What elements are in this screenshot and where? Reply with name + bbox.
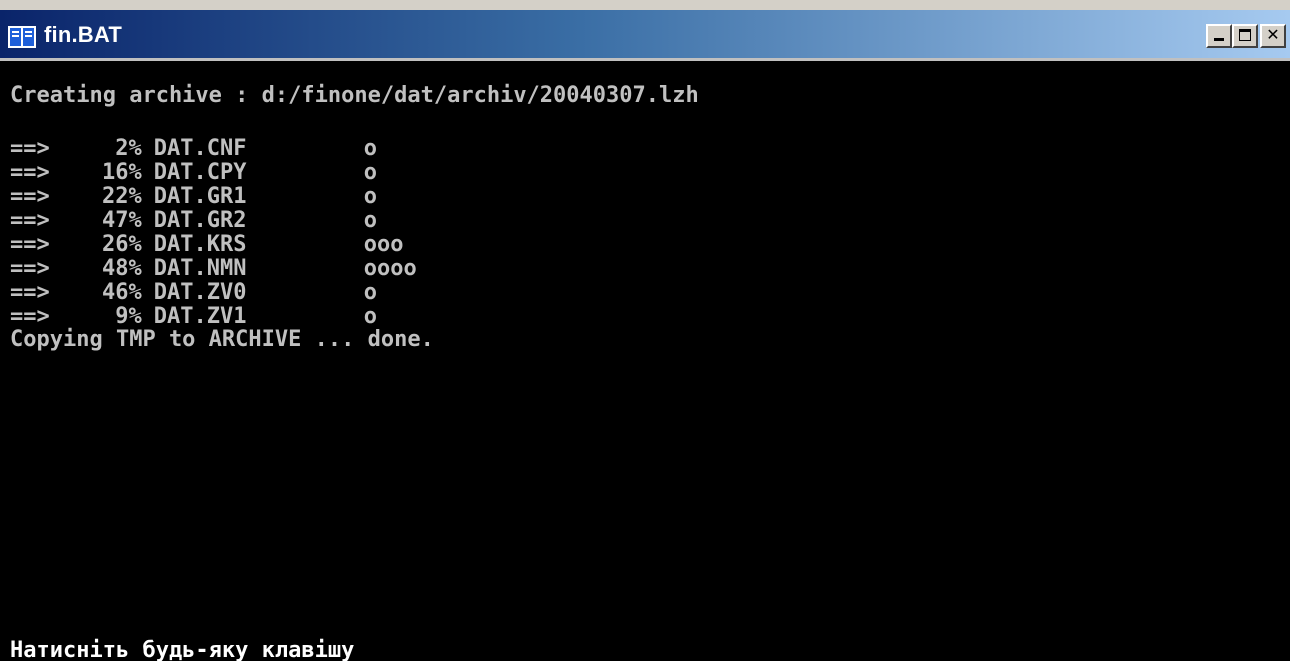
file-name: DAT.ZV0 [153, 280, 247, 305]
window-title: fin.BAT [44, 22, 122, 47]
arrow-marker: ==> [10, 184, 50, 209]
close-icon: ✕ [1266, 25, 1280, 44]
file-entry-row: ==> 9% DAT.ZV1 o [10, 305, 377, 329]
file-percent: 47% [102, 208, 142, 233]
copy-status-line: Copying TMP to ARCHIVE ... done. [10, 327, 434, 352]
file-percent: 22% [102, 184, 142, 209]
file-percent: 48% [102, 256, 142, 281]
console-output[interactable]: Creating archive : d:/finone/dat/archiv/… [10, 76, 1280, 661]
file-progress-marks: o [363, 280, 377, 305]
file-name: DAT.NMN [153, 256, 247, 281]
file-name: DAT.CNF [153, 136, 247, 161]
console-window: fin.BAT ✕ Creating archive : d:/finone/d… [0, 0, 1290, 661]
arrow-marker: ==> [10, 136, 50, 161]
file-progress-marks: oooo [363, 256, 417, 281]
file-progress-marks: o [363, 184, 377, 209]
maximize-button[interactable] [1232, 24, 1258, 48]
file-name: DAT.ZV1 [153, 304, 247, 329]
file-percent: 16% [102, 160, 142, 185]
file-percent: 2% [115, 136, 142, 161]
file-percent: 9% [115, 304, 142, 329]
arrow-marker: ==> [10, 256, 50, 281]
title-bar[interactable]: fin.BAT ✕ [0, 10, 1290, 61]
file-entry-row: ==> 16% DAT.CPY o [10, 161, 377, 185]
file-name: DAT.CPY [153, 160, 247, 185]
window-frame-top [0, 0, 1290, 10]
file-entry-row: ==> 26% DAT.KRS ooo [10, 233, 404, 257]
arrow-marker: ==> [10, 160, 50, 185]
console-app-icon[interactable] [8, 26, 36, 48]
file-progress-marks: ooo [363, 232, 404, 257]
arrow-marker: ==> [10, 208, 50, 233]
minimize-button[interactable] [1206, 24, 1232, 48]
file-percent: 46% [102, 280, 142, 305]
file-name: DAT.KRS [153, 232, 247, 257]
file-progress-marks: o [363, 136, 377, 161]
file-entry-row: ==> 22% DAT.GR1 o [10, 185, 377, 209]
press-any-key-prompt: Натисніть будь-яку клавішу [10, 638, 355, 661]
file-entry-row: ==> 46% DAT.ZV0 o [10, 281, 377, 305]
maximize-icon [1239, 29, 1251, 41]
file-entry-row: ==> 48% DAT.NMN oooo [10, 257, 417, 281]
minimize-icon [1214, 38, 1224, 41]
file-percent: 26% [102, 232, 142, 257]
archive-header-line: Creating archive : d:/finone/dat/archiv/… [10, 83, 699, 108]
file-progress-marks: o [363, 208, 377, 233]
file-name: DAT.GR1 [153, 184, 247, 209]
file-progress-marks: o [363, 160, 377, 185]
arrow-marker: ==> [10, 304, 50, 329]
file-progress-marks: o [363, 304, 377, 329]
file-name: DAT.GR2 [153, 208, 247, 233]
close-button[interactable]: ✕ [1260, 24, 1286, 48]
arrow-marker: ==> [10, 232, 50, 257]
file-entry-row: ==> 2% DAT.CNF o [10, 137, 377, 161]
arrow-marker: ==> [10, 280, 50, 305]
file-entry-row: ==> 47% DAT.GR2 o [10, 209, 377, 233]
